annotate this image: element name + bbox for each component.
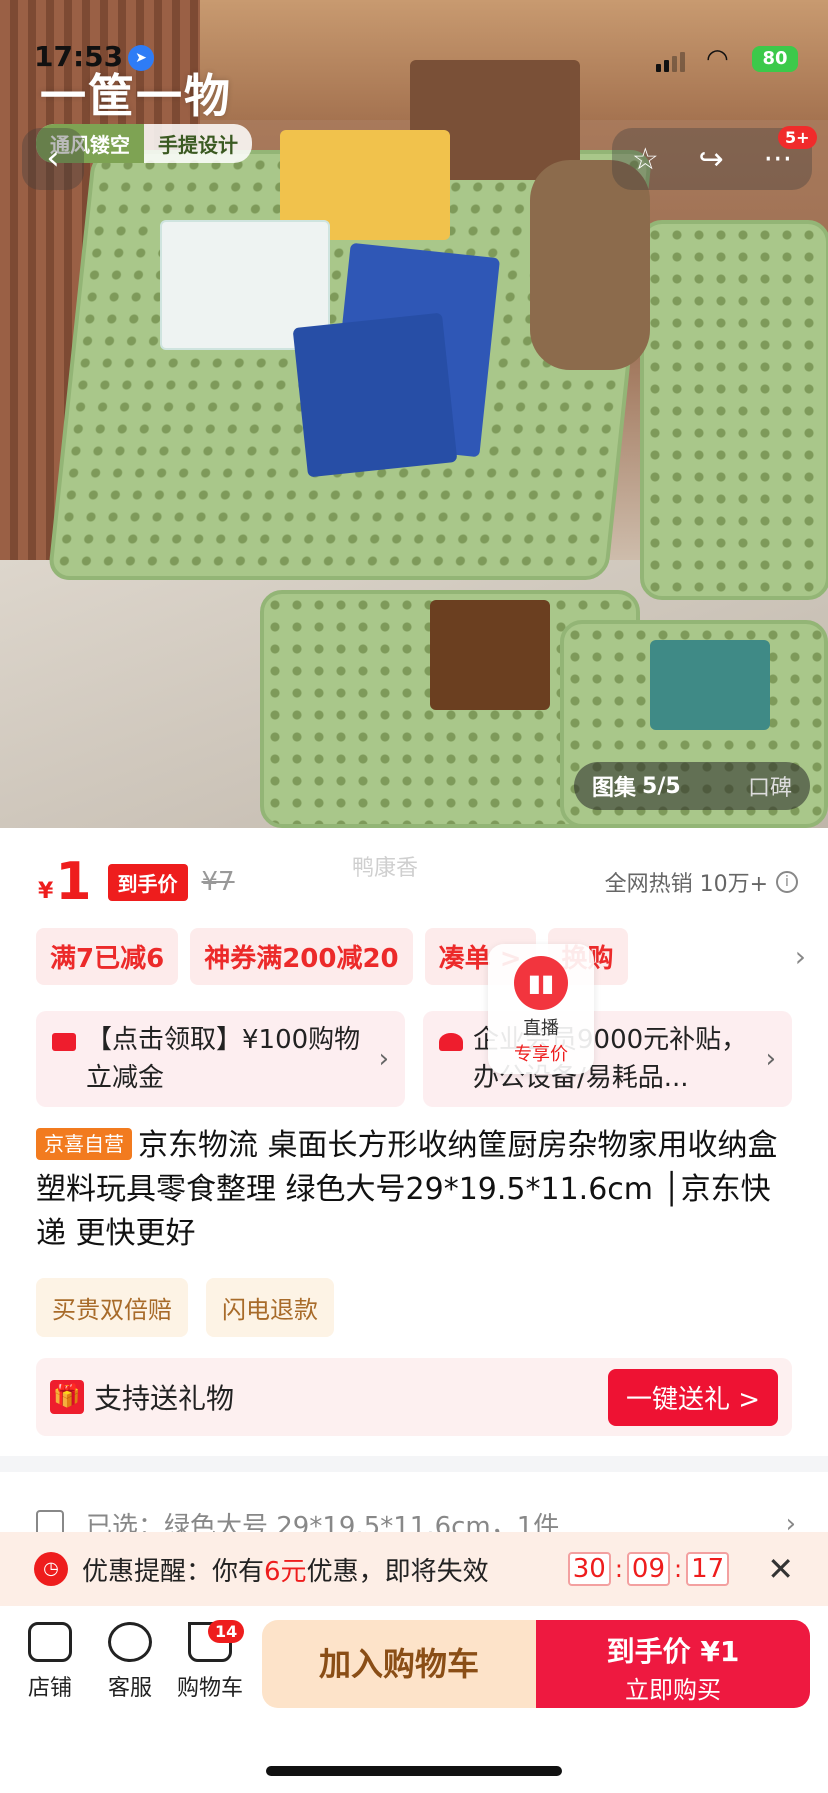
coupon-row: 【点击领取】¥100购物立减金 › 企业会员9000元补贴，办公设备/易耗品..… [36, 1011, 792, 1107]
product-image-gallery[interactable]: 一筐一物 通风镂空 手提设计 图集 5/5 口碑 [0, 0, 828, 828]
original-price: ¥7 [201, 867, 235, 897]
gift-bar: 🎁 支持送礼物 一键送礼 > [36, 1358, 792, 1436]
buy-now-button[interactable]: 到手价 ¥1 立即购买 [536, 1620, 810, 1708]
final-price-badge: 到手价 [107, 863, 188, 901]
reminder-suffix: 优惠，即将失效 [306, 1556, 489, 1587]
package-image [292, 312, 458, 478]
favorite-star-icon[interactable]: ☆ [632, 142, 659, 177]
status-bar: 17:53 ➤ ◠ 80 [0, 0, 828, 74]
self-operated-badge: 京喜自营 [36, 1128, 132, 1160]
timer-seconds: 17 [686, 1552, 730, 1586]
live-stream-float[interactable]: ▮▮ 直播 专享价 [488, 944, 594, 1074]
sales-info[interactable]: 全网热销 10万+ i [605, 866, 798, 898]
coupon-card[interactable]: 企业会员9000元补贴，办公设备/易耗品... › [423, 1011, 792, 1107]
live-price-label: 专享价 [514, 1044, 568, 1065]
chat-smile-icon [108, 1622, 152, 1662]
service-label: 客服 [107, 1676, 152, 1701]
location-arrow-icon: ➤ [128, 45, 154, 71]
live-label: 直播 [523, 1018, 559, 1039]
info-icon[interactable]: i [776, 871, 798, 893]
guarantee-tag[interactable]: 买贵双倍赔 [36, 1278, 188, 1337]
add-to-cart-button[interactable]: 加入购物车 [262, 1620, 536, 1708]
gallery-index: 5/5 [642, 773, 681, 799]
price-currency: ¥ [38, 878, 54, 904]
timer-colon: : [674, 1555, 683, 1583]
guarantee-tags: 买贵双倍赔 闪电退款 [36, 1278, 334, 1337]
timer-minutes: 09 [626, 1552, 670, 1586]
home-indicator [266, 1766, 562, 1776]
hero-tag: 手提设计 [158, 133, 238, 157]
promo-tag[interactable]: 满7已减6 [36, 927, 179, 985]
send-gift-button[interactable]: 一键送礼 > [607, 1368, 778, 1426]
share-icon[interactable]: ↪ [699, 142, 724, 177]
chevron-right-icon: › [765, 1044, 776, 1074]
guarantee-tag[interactable]: 闪电退款 [206, 1278, 334, 1337]
gift-label: 支持送礼物 [94, 1382, 235, 1415]
wifi-icon: ◠ [706, 44, 729, 74]
coupon-text: 【点击领取】¥100购物立减金 [86, 1025, 361, 1093]
live-icon: ▮▮ [514, 956, 568, 1010]
message-badge: 5+ [778, 126, 817, 149]
countdown-timer: 30 : 09 : 17 [567, 1552, 730, 1586]
gallery-label: 图集 [592, 776, 637, 801]
reviews-tab[interactable]: 口碑 [748, 770, 792, 802]
product-title: 京喜自营 京东物流 桌面长方形收纳筐厨房杂物家用收纳盒塑料玩具零食整理 绿色大号2… [36, 1124, 796, 1256]
user-icon [439, 1033, 463, 1051]
package-image [650, 640, 770, 730]
coupon-card[interactable]: 【点击领取】¥100购物立减金 › [36, 1011, 405, 1107]
package-image [430, 600, 550, 710]
promo-row: 满7已减6 神券满200减20 凑单 > 换购 › [36, 927, 806, 985]
reminder-prefix: 优惠提醒：你有 [82, 1556, 265, 1587]
coupon-icon [52, 1033, 76, 1051]
customer-service-button[interactable]: 客服 [90, 1622, 170, 1702]
shop-button[interactable]: 店铺 [10, 1622, 90, 1702]
gallery-indicator[interactable]: 图集 5/5 口碑 [574, 762, 810, 810]
cellular-signal-icon [656, 52, 685, 72]
discount-reminder-bar: ◷ 优惠提醒：你有6元优惠，即将失效 30 : 09 : 17 ✕ [0, 1532, 828, 1606]
price-value: 1 [55, 852, 92, 912]
close-icon[interactable]: ✕ [767, 1550, 794, 1588]
promo-tag[interactable]: 神券满200减20 [190, 927, 413, 985]
gift-icon: 🎁 [50, 1380, 84, 1414]
cart-count-badge: 14 [208, 1620, 245, 1643]
price-row: ¥ 1 到手价 ¥7 全网热销 10万+ i [38, 852, 798, 912]
buy-price-label: 到手价 ¥1 [606, 1635, 740, 1668]
clock-icon: ◷ [34, 1552, 68, 1586]
status-time: 17:53 [34, 40, 124, 73]
battery-icon: 80 [752, 46, 798, 72]
shop-icon [28, 1622, 72, 1662]
shop-label: 店铺 [27, 1676, 72, 1701]
chevron-right-icon[interactable]: › [795, 940, 806, 973]
buy-now-label: 立即购买 [625, 1676, 721, 1704]
chevron-right-icon: › [378, 1044, 389, 1074]
chevron-left-icon: ‹ [46, 138, 60, 178]
basket-image [640, 220, 828, 600]
timer-hours: 30 [567, 1552, 611, 1586]
package-image [530, 160, 650, 370]
back-button[interactable]: ‹ [22, 128, 84, 190]
section-divider [0, 1456, 828, 1472]
reminder-text: 优惠提醒：你有6元优惠，即将失效 [82, 1551, 489, 1588]
cart-label: 购物车 [176, 1676, 243, 1701]
reminder-amount: 6元 [264, 1556, 307, 1587]
timer-colon: : [614, 1555, 623, 1583]
product-title-text: 京东物流 桌面长方形收纳筐厨房杂物家用收纳盒塑料玩具零食整理 绿色大号29*19… [36, 1128, 778, 1251]
sales-text: 全网热销 10万+ [604, 872, 768, 897]
bottom-action-bar: 店铺 客服 购物车 14 加入购物车 到手价 ¥1 立即购买 [0, 1606, 828, 1793]
